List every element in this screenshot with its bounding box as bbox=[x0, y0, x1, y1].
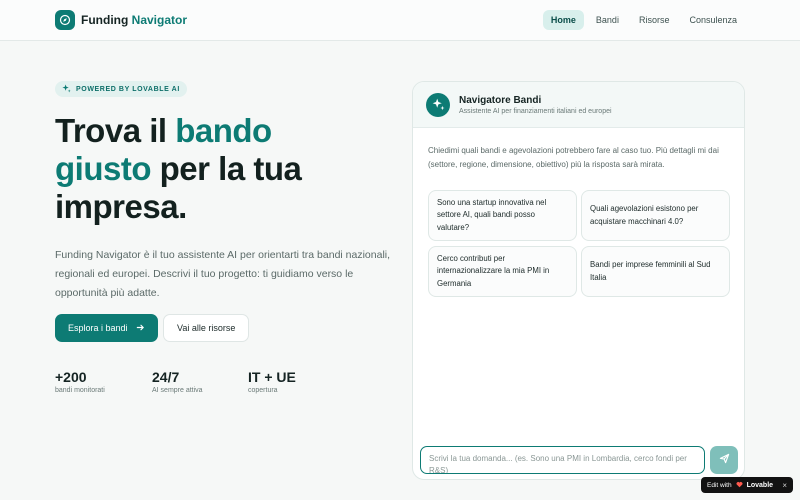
brand-name: Funding Navigator bbox=[81, 13, 188, 27]
stat-value: IT + UE bbox=[248, 369, 296, 385]
stat-ai: 24/7 AI sempre attiva bbox=[152, 369, 203, 394]
suggestion-chip[interactable]: Sono una startup innovativa nel settore … bbox=[428, 190, 577, 241]
stat-value: 24/7 bbox=[152, 369, 180, 385]
heart-icon bbox=[736, 481, 743, 490]
chat-composer: Scrivi la tua domanda... (es. Sono una P… bbox=[420, 446, 738, 474]
chat-intro-message: Chiedimi quali bandi e agevolazioni potr… bbox=[428, 146, 719, 169]
chat-title: Navigatore Bandi bbox=[459, 94, 542, 106]
nav-home[interactable]: Home bbox=[542, 10, 584, 30]
main-nav: Home Bandi Risorse Consulenza bbox=[542, 10, 745, 30]
stat-label: copertura bbox=[248, 387, 278, 394]
stat-coverage: IT + UE copertura bbox=[248, 369, 296, 394]
stat-bandi: +200 bandi monitorati bbox=[55, 369, 105, 394]
send-icon bbox=[719, 451, 730, 469]
chat-input[interactable]: Scrivi la tua domanda... (es. Sono una P… bbox=[420, 446, 705, 474]
nav-consulenza[interactable]: Consulenza bbox=[681, 10, 745, 30]
explore-bandi-button[interactable]: Esplora i bandi bbox=[55, 314, 158, 342]
stat-label: AI sempre attiva bbox=[152, 387, 203, 394]
stat-value: +200 bbox=[55, 369, 87, 385]
top-header: Funding Navigator Home Bandi Risorse Con… bbox=[0, 0, 800, 41]
arrow-right-icon bbox=[136, 323, 145, 334]
powered-by-badge: POWERED BY LOVABLE AI bbox=[55, 81, 187, 97]
resources-button[interactable]: Vai alle risorse bbox=[163, 314, 250, 342]
send-button[interactable] bbox=[710, 446, 738, 474]
explore-bandi-label: Esplora i bandi bbox=[68, 323, 128, 333]
suggestion-chip[interactable]: Cerco contributi per internazionalizzare… bbox=[428, 246, 577, 297]
chat-header: Navigatore Bandi Assistente AI per finan… bbox=[413, 82, 744, 128]
suggestion-chip[interactable]: Bandi per imprese femminili al Sud Itali… bbox=[581, 246, 730, 297]
badge-label: POWERED BY LOVABLE AI bbox=[76, 85, 180, 93]
edit-badge-brand: Lovable bbox=[746, 481, 774, 489]
brand-logo[interactable]: Funding Navigator bbox=[55, 10, 187, 30]
chat-subtitle: Assistente AI per finanziamenti italiani… bbox=[459, 107, 612, 115]
sparkle-icon bbox=[62, 83, 71, 95]
chat-panel: Navigatore Bandi Assistente AI per finan… bbox=[412, 81, 745, 480]
close-icon[interactable]: × bbox=[782, 481, 787, 490]
edit-with-lovable-badge[interactable]: Edit with Lovable × bbox=[701, 477, 793, 493]
nav-risorse[interactable]: Risorse bbox=[631, 10, 678, 30]
hero-description: Funding Navigator è il tuo assistente AI… bbox=[55, 249, 391, 299]
suggestion-chip[interactable]: Quali agevolazioni esistono per acquista… bbox=[581, 190, 730, 241]
resources-label: Vai alle risorse bbox=[177, 323, 236, 333]
sparkle-icon bbox=[426, 92, 450, 117]
edit-badge-prefix: Edit with bbox=[707, 481, 732, 489]
hero-title: Trova il bando giusto per la tua impresa. bbox=[55, 112, 302, 225]
nav-bandi[interactable]: Bandi bbox=[588, 10, 627, 30]
compass-icon bbox=[55, 10, 75, 30]
stat-label: bandi monitorati bbox=[55, 387, 105, 394]
